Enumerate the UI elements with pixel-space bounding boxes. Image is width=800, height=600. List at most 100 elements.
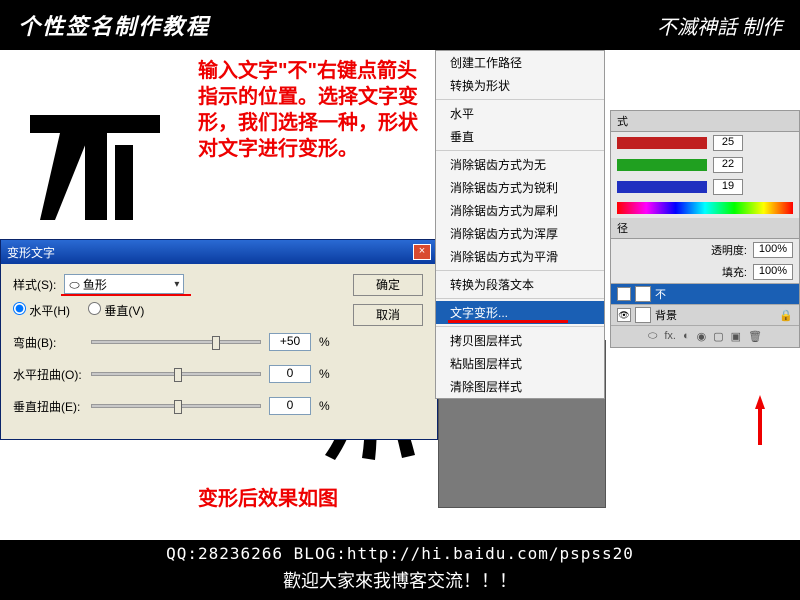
vdist-slider[interactable] [91, 404, 261, 408]
bend-slider[interactable] [91, 340, 261, 344]
ctx-item[interactable]: 消除锯齿方式为平滑 [436, 245, 604, 268]
footer-contact: QQ:28236266 BLOG:http://hi.baidu.com/psp… [0, 544, 800, 563]
separator [436, 99, 604, 100]
page-title: 个性签名制作教程 [18, 9, 210, 41]
ctx-item[interactable]: 水平 [436, 102, 604, 125]
swatch-r[interactable] [617, 137, 707, 149]
layer-footer-icons: ⬭ fx. ◐ ◉ ▢ ▣ 🗑 [611, 325, 799, 347]
separator [436, 150, 604, 151]
color-row-g: 22 [611, 154, 799, 176]
slider-thumb[interactable] [174, 400, 182, 414]
dialog-titlebar[interactable]: 变形文字 × [1, 240, 437, 264]
footer: QQ:28236266 BLOG:http://hi.baidu.com/psp… [0, 540, 800, 600]
vdist-row: 垂直扭曲(E): 0 % [13, 397, 425, 415]
mask-icon[interactable]: ◐ [683, 330, 690, 343]
thumb-icon [635, 307, 651, 323]
pct: % [319, 335, 330, 349]
ctx-item[interactable]: 垂直 [436, 125, 604, 148]
color-row-b: 19 [611, 176, 799, 198]
ctx-item[interactable]: 消除锯齿方式为浑厚 [436, 222, 604, 245]
ok-button[interactable]: 确定 [353, 274, 423, 296]
close-icon[interactable]: × [413, 244, 431, 260]
new-icon[interactable]: ▣ [731, 330, 741, 343]
paths-tab[interactable]: 径 [611, 218, 799, 239]
link-icon[interactable]: ⬭ [648, 330, 657, 343]
eye-icon[interactable]: 👁 [617, 287, 631, 301]
original-glyph [20, 105, 170, 225]
warp-text-dialog: 变形文字 × 样式(S): ⬭ 鱼形 水平(H) 垂直(V) 确定 取消 弯曲(… [0, 239, 438, 440]
separator [436, 270, 604, 271]
lock-icon: 🔒 [779, 309, 793, 322]
layer-text[interactable]: 👁 T不 [611, 283, 799, 304]
main-area: 输入文字"不"右键点箭头指示的位置。选择文字变形，我们选择一种，形状对文字进行变… [0, 50, 800, 540]
header: 个性签名制作教程 不滅神話 制作 [0, 0, 800, 50]
eye-icon[interactable]: 👁 [617, 308, 631, 322]
context-menu: 创建工作路径 转换为形状 水平 垂直 消除锯齿方式为无 消除锯齿方式为锐利 消除… [435, 50, 605, 399]
ctx-item[interactable]: 转换为段落文本 [436, 273, 604, 296]
opacity-label: 透明度: [711, 242, 747, 258]
annotation-underline [448, 320, 568, 323]
ctx-item[interactable]: 消除锯齿方式为锐利 [436, 176, 604, 199]
cancel-button[interactable]: 取消 [353, 304, 423, 326]
ctx-item[interactable]: 转换为形状 [436, 74, 604, 97]
bend-label: 弯曲(B): [13, 334, 83, 351]
hdist-row: 水平扭曲(O): 0 % [13, 365, 425, 383]
footer-welcome: 歡迎大家來我博客交流！！！ [0, 567, 800, 593]
ctx-item[interactable]: 创建工作路径 [436, 51, 604, 74]
annotation-underline [61, 294, 191, 296]
layer-name: 不 [655, 286, 666, 302]
fill-label: 填充: [722, 264, 747, 280]
logo-text: 不滅神話 制作 [657, 11, 782, 40]
annotation-arrow-up [750, 395, 770, 445]
result-caption: 变形后效果如图 [198, 482, 338, 511]
value-r[interactable]: 25 [713, 135, 743, 151]
pct: % [319, 367, 330, 381]
slider-thumb[interactable] [174, 368, 182, 382]
swatch-g[interactable] [617, 159, 707, 171]
dialog-body: 样式(S): ⬭ 鱼形 水平(H) 垂直(V) 确定 取消 弯曲(B): +50… [1, 264, 437, 439]
vdist-input[interactable]: 0 [269, 397, 311, 415]
fill-row: 填充: 100% [611, 261, 799, 283]
bend-row: 弯曲(B): +50 % [13, 333, 425, 351]
style-label: 样式(S): [13, 276, 56, 293]
separator [436, 298, 604, 299]
fill-input[interactable]: 100% [753, 264, 793, 280]
swatch-b[interactable] [617, 181, 707, 193]
slider-thumb[interactable] [212, 336, 220, 350]
adjust-icon[interactable]: ◉ [697, 330, 707, 343]
type-icon: T [635, 286, 651, 302]
opacity-row: 透明度: 100% [611, 239, 799, 261]
hue-strip[interactable] [617, 202, 793, 214]
folder-icon[interactable]: ▢ [713, 330, 723, 343]
hdist-input[interactable]: 0 [269, 365, 311, 383]
ctx-item[interactable]: 消除锯齿方式为犀利 [436, 199, 604, 222]
opacity-input[interactable]: 100% [753, 242, 793, 258]
radio-vertical[interactable]: 垂直(V) [88, 302, 144, 319]
hdist-slider[interactable] [91, 372, 261, 376]
ctx-item[interactable]: 粘贴图层样式 [436, 352, 604, 375]
separator [436, 326, 604, 327]
fx-icon[interactable]: fx. [664, 330, 676, 343]
radio-label: 水平(H) [29, 304, 70, 318]
ctx-item[interactable]: 清除图层样式 [436, 375, 604, 398]
ctx-item[interactable]: 拷贝图层样式 [436, 329, 604, 352]
bend-input[interactable]: +50 [269, 333, 311, 351]
style-select[interactable]: ⬭ 鱼形 [64, 274, 184, 294]
hdist-label: 水平扭曲(O): [13, 366, 83, 383]
vdist-label: 垂直扭曲(E): [13, 398, 83, 415]
layer-background[interactable]: 👁 背景 🔒 [611, 304, 799, 325]
ctx-item[interactable]: 消除锯齿方式为无 [436, 153, 604, 176]
instruction-text: 输入文字"不"右键点箭头指示的位置。选择文字变形，我们选择一种，形状对文字进行变… [198, 58, 428, 162]
layer-name: 背景 [655, 307, 677, 323]
color-row-r: 25 [611, 132, 799, 154]
dialog-title: 变形文字 [7, 244, 55, 261]
value-b[interactable]: 19 [713, 179, 743, 195]
pct: % [319, 399, 330, 413]
radio-label: 垂直(V) [104, 304, 144, 318]
value-g[interactable]: 22 [713, 157, 743, 173]
photoshop-panel: 式 25 22 19 径 透明度: 100% 填充: 100% 👁 T不 👁 背景 🔒 ⬭… [610, 110, 800, 348]
style-value: ⬭ 鱼形 [69, 276, 107, 293]
panel-tab[interactable]: 式 [611, 111, 799, 132]
trash-icon[interactable]: 🗑 [748, 330, 762, 343]
radio-horizontal[interactable]: 水平(H) [13, 302, 70, 319]
